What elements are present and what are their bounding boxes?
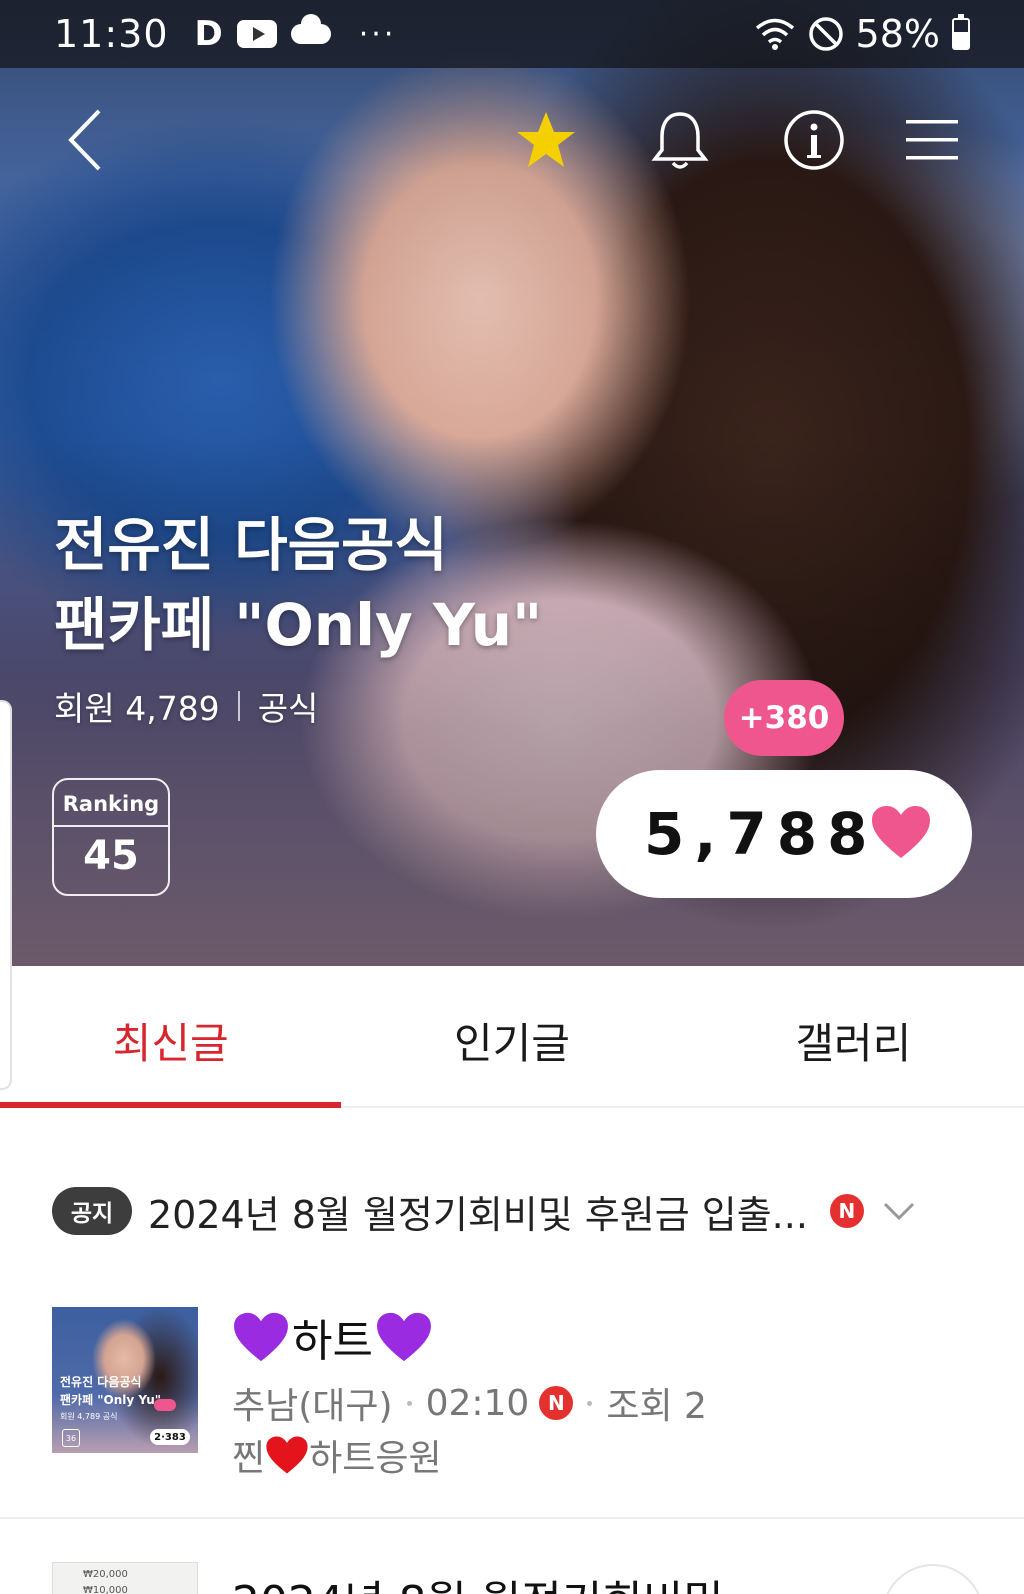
purple-heart-icon (377, 1312, 431, 1362)
post-author[interactable]: 추남(대구) (232, 1377, 393, 1429)
thumbnail-plus-badge (154, 1399, 176, 1411)
chevron-down-icon[interactable] (882, 1200, 916, 1222)
star-icon (517, 112, 575, 167)
member-count[interactable]: 회원 4,789 (54, 682, 220, 730)
back-icon (68, 109, 101, 171)
notice-tag: 공지 (52, 1187, 132, 1235)
new-badge: N (829, 1194, 864, 1228)
thumbnail-row: ₩20,000 (83, 1569, 128, 1580)
ranking-badge[interactable]: Ranking 45 (52, 778, 170, 896)
heart-cheer-button[interactable]: 5,788 (596, 770, 972, 898)
menu-icon (906, 120, 958, 160)
heart-count: 5,788 (644, 800, 878, 868)
thumbnail-title: 전유진 다음공식 팬카페 "Only Yu" (60, 1373, 161, 1409)
post-preview: 찐 하트응원 (232, 1429, 442, 1481)
status-time: 11:30 (54, 12, 169, 56)
post-preview-suffix: 하트응원 (309, 1438, 442, 1479)
thumbnail-heart-count: 2·383 (150, 1429, 190, 1445)
favorite-button[interactable] (506, 100, 586, 180)
post-title[interactable]: 2024년 8월 월정기회비및 (232, 1566, 724, 1594)
post-thumbnail[interactable]: 전유진 다음공식 팬카페 "Only Yu" 회원 4,789 공식 36 2·… (52, 1307, 198, 1453)
meta-divider (237, 691, 240, 721)
side-drawer-handle[interactable] (0, 700, 12, 1090)
post-time: 02:10 (425, 1382, 530, 1424)
post-item[interactable]: ₩20,000 ₩10,000 2024년 8월 월정기회비및 (0, 1560, 1024, 1594)
board-tabs: 최신글 인기글 갤러리 (0, 966, 1024, 1108)
notification-button[interactable] (640, 100, 720, 180)
post-meta: 추남(대구) 02:10 N 조회 2 (232, 1377, 707, 1429)
tab-popular[interactable]: 인기글 (341, 966, 682, 1106)
cloud-icon (290, 14, 331, 44)
notice-row[interactable]: 공지 2024년 8월 월정기회비및 후원금 입출... N (0, 1160, 1024, 1262)
tab-gallery[interactable]: 갤러리 (683, 966, 1024, 1106)
thumbnail-meta: 회원 4,789 공식 (60, 1412, 118, 1421)
post-title-text: 하트 (292, 1316, 373, 1367)
cafe-title: 전유진 다음공식 팬카페 "Only Yu" (54, 505, 542, 665)
do-not-disturb-icon (808, 17, 843, 51)
post-views: 조회 2 (606, 1386, 707, 1427)
cafe-title-line1: 전유진 다음공식 (54, 511, 448, 579)
ranking-value: 45 (83, 833, 139, 879)
meta-dot (587, 1400, 593, 1406)
thumbnail-row: ₩10,000 (83, 1585, 128, 1594)
status-bar: 11:30 D ··· 58% (0, 0, 1024, 68)
ranking-divider (54, 825, 168, 827)
post-thumbnail[interactable]: ₩20,000 ₩10,000 (52, 1562, 198, 1594)
thumbnail-title-line2: 팬카페 "Only Yu" (60, 1393, 162, 1407)
wifi-icon (755, 18, 794, 50)
new-badge: N (539, 1386, 574, 1420)
thumbnail-title-line1: 전유진 다음공식 (60, 1375, 142, 1389)
more-notifications-icon: ··· (358, 16, 397, 52)
daum-icon: D (194, 14, 223, 54)
battery-icon (952, 14, 970, 50)
meta-dot (406, 1400, 412, 1406)
back-button[interactable] (46, 100, 126, 180)
info-icon (784, 110, 844, 170)
cafe-type: 공식 (257, 689, 319, 728)
post-item[interactable]: 전유진 다음공식 팬카페 "Only Yu" 회원 4,789 공식 36 2·… (0, 1305, 1024, 1519)
cafe-meta: 회원 4,789 공식 (54, 682, 318, 730)
post-action-circle[interactable] (882, 1564, 984, 1594)
cafe-title-line2: 팬카페 "Only Yu" (54, 591, 543, 659)
notice-text: 2024년 8월 월정기회비및 후원금 입출... (148, 1192, 808, 1237)
red-heart-icon (266, 1436, 308, 1474)
post-preview-prefix: 찐 (232, 1438, 266, 1479)
thumbnail-rank: 36 (62, 1429, 80, 1447)
info-button[interactable] (774, 100, 854, 180)
tab-latest[interactable]: 최신글 (0, 966, 342, 1108)
ranking-label: Ranking (62, 792, 160, 816)
purple-heart-icon (234, 1312, 288, 1362)
heart-icon (872, 806, 930, 858)
cafe-hero: 11:30 D ··· 58% 전유진 다음공식 팬카페 "Only Yu" 회… (0, 0, 1024, 966)
status-system-icons: 58% (754, 12, 970, 56)
bell-icon (651, 112, 709, 169)
youtube-icon (236, 20, 277, 48)
heart-increase-badge: +380 (724, 680, 844, 756)
status-notification-icons: D ··· (195, 14, 397, 54)
battery-percent: 58% (855, 12, 940, 56)
post-title[interactable]: 하트 (232, 1305, 433, 1369)
menu-button[interactable] (892, 100, 972, 180)
